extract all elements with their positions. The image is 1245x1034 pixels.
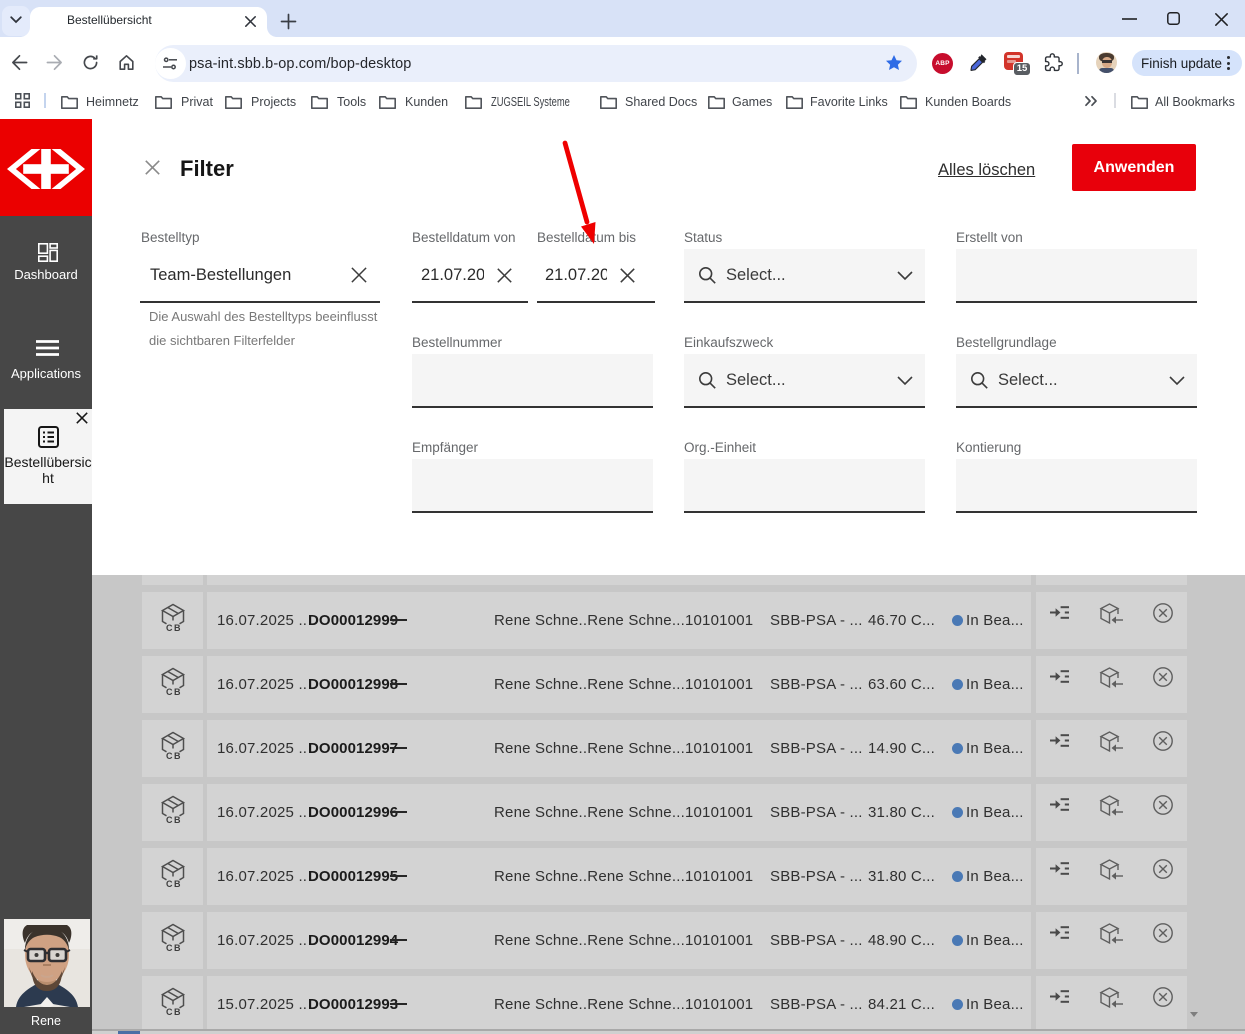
svg-text:CB: CB (166, 1007, 182, 1017)
svg-text:CB: CB (166, 751, 182, 761)
svg-text:CB: CB (166, 815, 182, 825)
svg-text:CB: CB (166, 943, 182, 953)
svg-text:CB: CB (166, 879, 182, 889)
svg-text:CB: CB (166, 687, 182, 697)
svg-text:CB: CB (166, 623, 182, 633)
